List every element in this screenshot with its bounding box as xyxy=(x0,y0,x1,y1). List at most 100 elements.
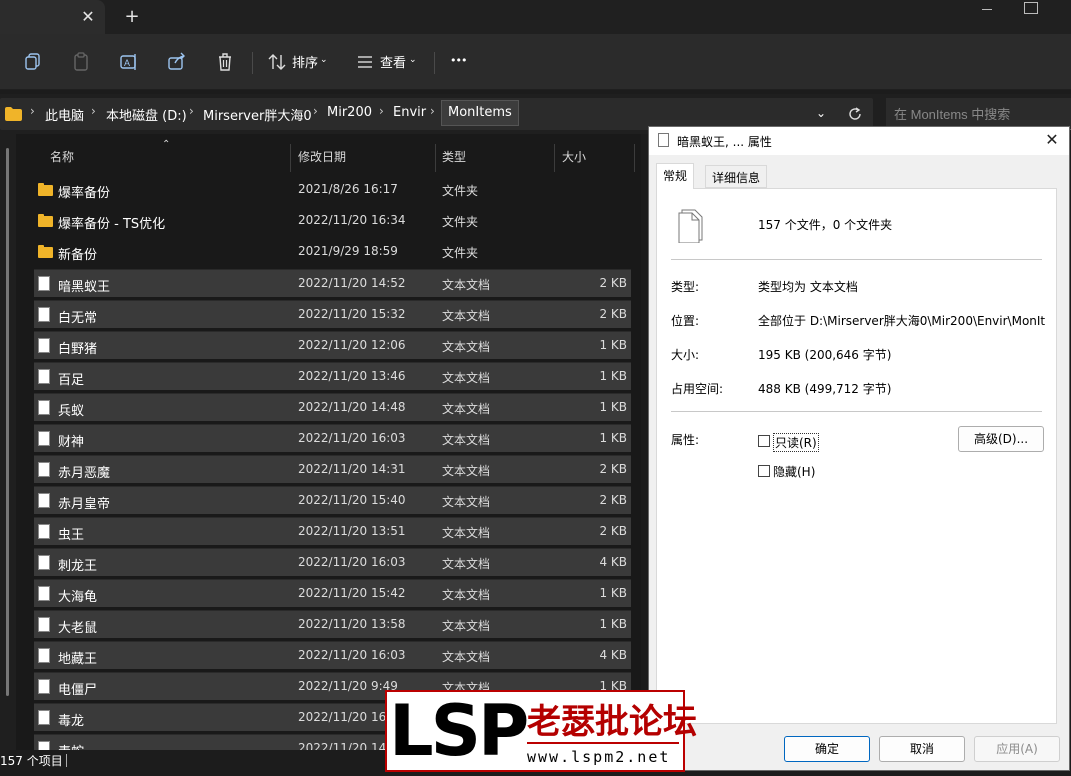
maximize-icon[interactable] xyxy=(1024,2,1038,14)
hidden-checkbox[interactable] xyxy=(758,465,770,477)
svg-text:A: A xyxy=(124,58,130,68)
type-value: 类型均为 文本文档 xyxy=(758,280,858,294)
breadcrumb-mir200[interactable]: Mir200 xyxy=(327,105,372,120)
copy-icon[interactable] xyxy=(22,51,44,73)
readonly-label[interactable]: 只读(R) xyxy=(773,433,819,452)
file-row[interactable]: 白无常 2022/11/20 15:32 文本文档 2 KB xyxy=(34,300,631,328)
location-label: 位置: xyxy=(671,314,700,328)
file-type: 文本文档 xyxy=(442,495,491,509)
file-row[interactable]: 地藏王 2022/11/20 16:03 文本文档 4 KB xyxy=(34,641,631,669)
column-header-size[interactable]: 大小 xyxy=(562,148,586,165)
file-size: 2 KB xyxy=(599,493,627,507)
file-date: 2022/11/20 14:52 xyxy=(298,276,406,290)
file-date: 2022/11/20 14:31 xyxy=(298,462,406,476)
sort-icon[interactable] xyxy=(266,51,288,73)
text-document-icon xyxy=(38,307,50,322)
folder-row[interactable]: 新备份 2021/9/29 18:59 文件夹 xyxy=(34,238,631,266)
column-header-name[interactable]: 名称 xyxy=(50,148,74,165)
text-document-icon xyxy=(38,400,50,415)
breadcrumb-this-pc[interactable]: 此电脑 xyxy=(45,105,84,124)
file-row[interactable]: 赤月皇帝 2022/11/20 15:40 文本文档 2 KB xyxy=(34,486,631,514)
dialog-close-icon[interactable]: ✕ xyxy=(1043,131,1061,149)
share-icon[interactable] xyxy=(166,51,188,73)
file-date: 2022/11/20 9:49 xyxy=(298,679,398,693)
folder-row[interactable]: 爆率备份 2021/8/26 16:17 文件夹 xyxy=(34,176,631,204)
sort-ascending-icon: ⌃ xyxy=(162,139,171,150)
file-name: 新备份 xyxy=(58,248,98,263)
view-button[interactable]: 查看 xyxy=(380,52,406,71)
hidden-label[interactable]: 隐藏(H) xyxy=(773,463,815,480)
file-date: 2022/11/20 15:32 xyxy=(298,307,406,321)
file-row[interactable]: 刺龙王 2022/11/20 16:03 文本文档 4 KB xyxy=(34,548,631,576)
file-name: 电僵尸 xyxy=(58,683,98,698)
breadcrumb-mirserver[interactable]: Mirserver胖大海0 xyxy=(203,105,312,124)
nav-scrollbar[interactable] xyxy=(6,148,9,696)
properties-dialog: 暗黑蚁王, ... 属性 ✕ 常规 详细信息 157 个文件，0 个文件夹 类型… xyxy=(648,126,1070,771)
file-row[interactable]: 赤月恶魔 2022/11/20 14:31 文本文档 2 KB xyxy=(34,455,631,483)
tab-close-icon[interactable]: ✕ xyxy=(78,7,98,27)
view-icon[interactable] xyxy=(354,51,376,73)
column-divider[interactable] xyxy=(290,144,291,172)
column-header-date[interactable]: 修改日期 xyxy=(298,148,346,165)
search-input[interactable] xyxy=(894,104,1064,124)
column-header-type[interactable]: 类型 xyxy=(442,148,466,165)
file-size: 1 KB xyxy=(599,617,627,631)
file-date: 2022/11/20 13:51 xyxy=(298,524,406,538)
file-type: 文本文档 xyxy=(442,371,491,385)
sort-chevron-icon[interactable]: ⌄ xyxy=(320,55,328,65)
column-divider[interactable] xyxy=(634,144,635,172)
address-dropdown-icon[interactable]: ⌄ xyxy=(816,106,826,120)
breadcrumb-monitems[interactable]: MonItems xyxy=(441,100,519,126)
file-row[interactable]: 暗黑蚁王 2022/11/20 14:52 文本文档 2 KB xyxy=(34,269,631,297)
readonly-checkbox[interactable] xyxy=(758,435,770,447)
breadcrumb-envir[interactable]: Envir xyxy=(393,105,426,120)
file-type: 文本文档 xyxy=(442,433,491,447)
column-divider[interactable] xyxy=(554,144,555,172)
toolbar-divider xyxy=(434,52,435,74)
view-chevron-icon[interactable]: ⌄ xyxy=(409,55,417,65)
file-row[interactable]: 财神 2022/11/20 16:03 文本文档 1 KB xyxy=(34,424,631,452)
status-divider xyxy=(66,754,67,767)
file-type: 文本文档 xyxy=(442,588,491,602)
minimize-icon[interactable] xyxy=(978,2,998,16)
paste-icon[interactable] xyxy=(70,51,92,73)
folder-row[interactable]: 爆率备份 - TS优化 2022/11/20 16:34 文件夹 xyxy=(34,207,631,235)
file-size: 1 KB xyxy=(599,400,627,414)
file-date: 2022/11/20 13:46 xyxy=(298,369,406,383)
breadcrumb-separator-icon: › xyxy=(189,104,194,118)
advanced-button[interactable]: 高级(D)... xyxy=(958,426,1044,452)
file-row[interactable]: 白野猪 2022/11/20 12:06 文本文档 1 KB xyxy=(34,331,631,359)
new-tab-icon[interactable]: + xyxy=(122,7,142,27)
watermark-url: www.lspm2.net xyxy=(527,748,671,766)
delete-icon[interactable] xyxy=(214,51,236,73)
column-divider[interactable] xyxy=(435,144,436,172)
text-document-icon xyxy=(38,617,50,632)
item-count: 157 个项目 xyxy=(0,754,63,768)
sort-button[interactable]: 排序 xyxy=(292,52,318,71)
file-row[interactable]: 虫王 2022/11/20 13:51 文本文档 2 KB xyxy=(34,517,631,545)
file-row[interactable]: 大海龟 2022/11/20 15:42 文本文档 1 KB xyxy=(34,579,631,607)
tab-general[interactable]: 常规 xyxy=(656,163,695,189)
file-name: 大老鼠 xyxy=(58,621,98,636)
ok-button[interactable]: 确定 xyxy=(784,736,870,762)
file-row[interactable]: 百足 2022/11/20 13:46 文本文档 1 KB xyxy=(34,362,631,390)
refresh-icon[interactable] xyxy=(848,107,862,121)
more-options-icon[interactable]: ••• xyxy=(450,54,467,67)
breadcrumb-separator-icon: › xyxy=(430,104,435,118)
breadcrumb-drive-d[interactable]: 本地磁盘 (D:) xyxy=(106,105,187,124)
file-row[interactable]: 兵蚁 2022/11/20 14:48 文本文档 1 KB xyxy=(34,393,631,421)
file-name: 兵蚁 xyxy=(58,404,85,419)
file-row[interactable]: 大老鼠 2022/11/20 13:58 文本文档 1 KB xyxy=(34,610,631,638)
tab-details[interactable]: 详细信息 xyxy=(705,165,768,188)
rename-icon[interactable]: A xyxy=(118,51,140,73)
file-name: 地藏王 xyxy=(58,652,98,667)
breadcrumb-separator-icon: › xyxy=(91,104,96,118)
folder-icon xyxy=(38,183,53,196)
file-size: 1 KB xyxy=(599,369,627,383)
cancel-button[interactable]: 取消 xyxy=(879,736,965,762)
folder-icon xyxy=(38,214,53,227)
text-document-icon xyxy=(38,369,50,384)
text-document-icon xyxy=(38,679,50,694)
file-size: 1 KB xyxy=(599,431,627,445)
apply-button[interactable]: 应用(A) xyxy=(974,736,1060,762)
